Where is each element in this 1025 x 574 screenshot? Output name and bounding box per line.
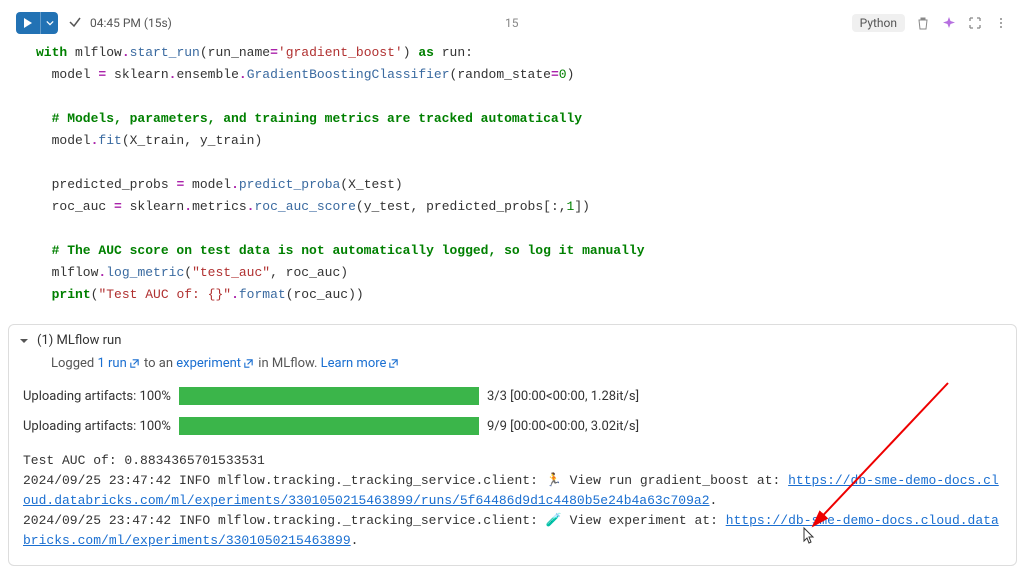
external-link-icon (388, 358, 400, 370)
output-panel: (1) MLflow run Logged 1 run to an experi… (8, 324, 1017, 566)
run-link[interactable]: 1 run (97, 356, 140, 371)
external-link-icon (243, 358, 255, 370)
chevron-down-icon (19, 336, 31, 346)
cursor-pointer-icon (801, 526, 817, 550)
stdout-console: Test AUC of: 0.8834365701533531 2024/09/… (9, 441, 1016, 565)
cell-number: 15 (172, 16, 852, 30)
mlflow-title: (1) MLflow run (37, 333, 121, 348)
expand-icon[interactable] (967, 15, 983, 31)
external-link-icon (129, 358, 141, 370)
language-badge[interactable]: Python (852, 14, 905, 32)
code-editor[interactable]: with mlflow.start_run(run_name='gradient… (8, 38, 1017, 318)
console-line: 2024/09/25 23:47:42 INFO mlflow.tracking… (23, 471, 1002, 511)
kebab-menu-icon[interactable] (993, 15, 1009, 31)
progress-stats: 9/9 [00:00<00:00, 3.02it/s] (487, 419, 639, 434)
mlflow-summary: Logged 1 run to an experiment in MLflow.… (9, 356, 1016, 381)
run-button-group (16, 12, 58, 34)
cell-header: 04:45 PM (15s) 15 Python (8, 8, 1017, 38)
progress-bar (179, 387, 479, 405)
progress-row: Uploading artifacts: 100% 3/3 [00:00<00:… (9, 381, 1016, 411)
progress-stats: 3/3 [00:00<00:00, 1.28it/s] (487, 389, 639, 404)
mlflow-run-header[interactable]: (1) MLflow run (9, 325, 1016, 356)
progress-row: Uploading artifacts: 100% 9/9 [00:00<00:… (9, 411, 1016, 441)
progress-label: Uploading artifacts: 100% (23, 389, 171, 404)
progress-label: Uploading artifacts: 100% (23, 419, 171, 434)
run-menu-chevron[interactable] (40, 12, 58, 34)
console-line: Test AUC of: 0.8834365701533531 (23, 451, 1002, 471)
learn-more-link[interactable]: Learn more (321, 356, 401, 371)
status-check-icon (68, 15, 82, 32)
run-timestamp: 04:45 PM (15s) (90, 16, 172, 30)
run-button[interactable] (16, 12, 40, 34)
console-line: 2024/09/25 23:47:42 INFO mlflow.tracking… (23, 511, 1002, 551)
progress-bar (179, 417, 479, 435)
delete-icon[interactable] (915, 15, 931, 31)
ai-sparkle-icon[interactable] (941, 15, 957, 31)
experiment-link[interactable]: experiment (176, 356, 255, 371)
